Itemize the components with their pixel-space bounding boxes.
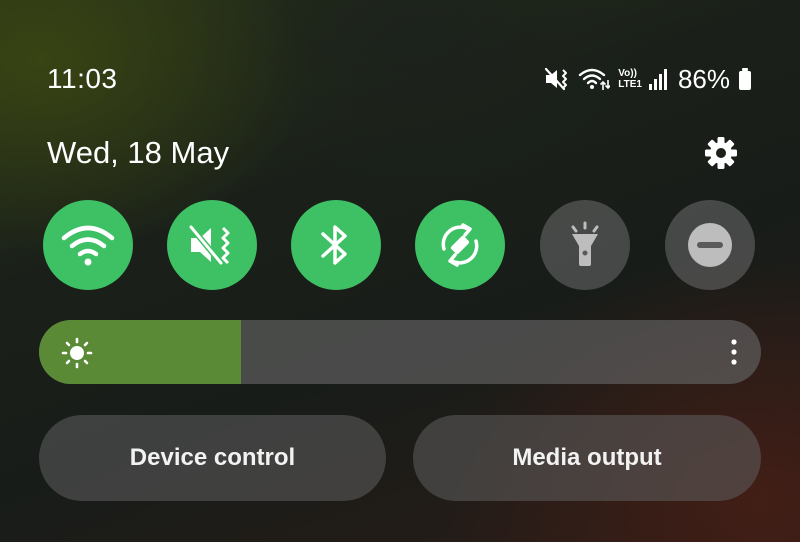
quick-tiles	[43, 200, 755, 290]
media-output-label: Media output	[512, 444, 662, 471]
battery-icon	[738, 67, 752, 91]
mute-vibrate-icon	[544, 66, 570, 92]
media-output-button[interactable]: Media output	[413, 415, 761, 501]
sun-icon	[61, 337, 93, 369]
do-not-disturb-tile[interactable]	[665, 200, 755, 290]
wifi-icon	[61, 225, 115, 266]
settings-gear-icon[interactable]	[702, 134, 740, 172]
quick-panel: 11:03 Vo)) LTE1 86% Wed, 18 May Device c…	[0, 0, 800, 542]
date-label: Wed, 18 May	[47, 135, 230, 170]
auto-rotate-tile[interactable]	[415, 200, 505, 290]
status-icons: Vo)) LTE1 86%	[544, 62, 752, 96]
bluetooth-tile[interactable]	[291, 200, 381, 290]
status-time: 11:03	[47, 63, 118, 94]
signal-icon	[648, 67, 668, 91]
mute-vibrate-icon	[188, 224, 230, 266]
device-control-button[interactable]: Device control	[39, 415, 386, 501]
flashlight-icon	[571, 221, 599, 266]
sound-mode-tile[interactable]	[167, 200, 257, 290]
wifi-data-icon	[578, 66, 611, 92]
volte-label: Vo))	[618, 68, 637, 79]
more-vertical-icon[interactable]	[724, 338, 744, 366]
lte-label: LTE1	[618, 79, 642, 90]
battery-percent: 86%	[677, 64, 730, 94]
wifi-tile[interactable]	[43, 200, 133, 290]
do-not-disturb-icon	[688, 223, 732, 267]
device-control-label: Device control	[129, 444, 296, 471]
flashlight-tile[interactable]	[540, 200, 630, 290]
bluetooth-icon	[321, 225, 347, 265]
brightness-slider[interactable]	[39, 320, 761, 384]
volte-lte-icon: Vo)) LTE1	[618, 68, 642, 90]
auto-rotate-icon	[441, 223, 479, 267]
